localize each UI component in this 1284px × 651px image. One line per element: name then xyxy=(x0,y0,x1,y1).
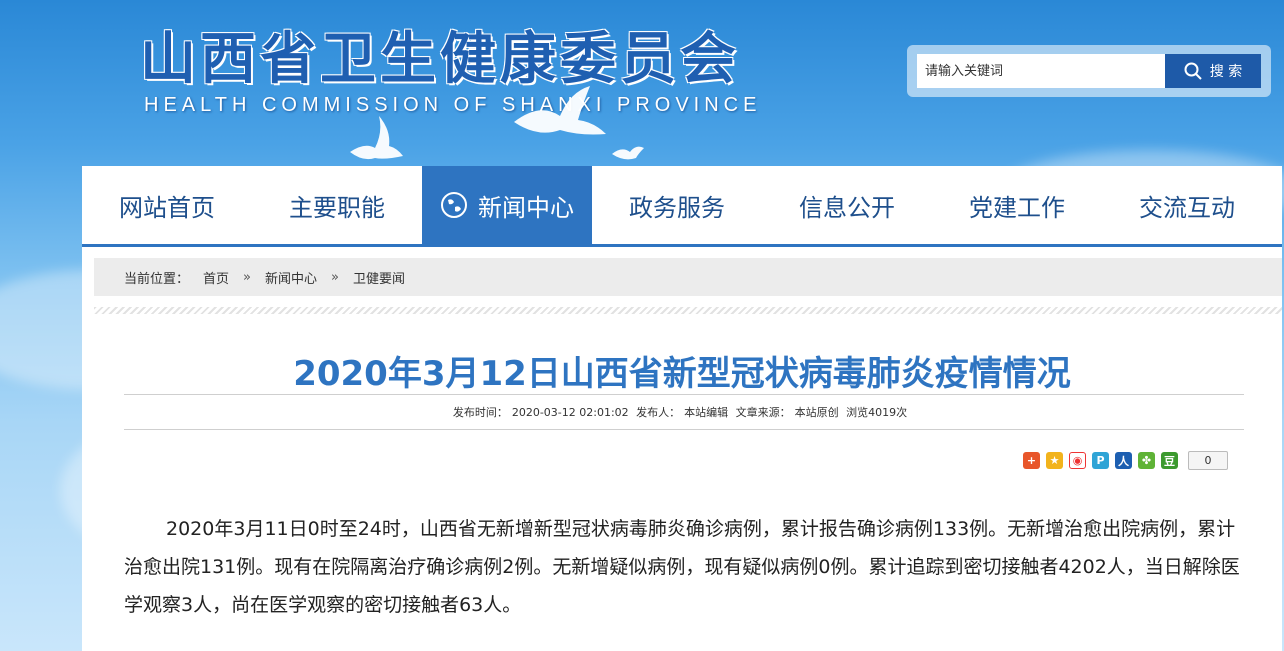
breadcrumb-separator: » xyxy=(331,269,339,285)
globe-icon xyxy=(441,192,467,218)
dove-icon xyxy=(350,116,403,160)
article-meta: 发布时间： 2020-03-12 02:01:02 发布人： 本站编辑 文章来源：本… xyxy=(82,404,1282,420)
breadcrumb-link-home[interactable]: 首页 xyxy=(203,268,229,287)
qzone-icon[interactable]: ★ xyxy=(1046,452,1063,469)
search-box: 搜 索 xyxy=(907,45,1271,97)
share-bar: + ★ ◉ P 人 ✤ 豆 0 xyxy=(1023,451,1228,470)
nav-item-label: 交流互动 xyxy=(1139,193,1235,222)
nav-item-news-center[interactable]: 新闻中心 xyxy=(422,166,592,244)
published-label: 发布时间： xyxy=(452,406,508,419)
search-input[interactable] xyxy=(917,54,1165,88)
publisher-label: 发布人： xyxy=(636,406,681,419)
tencent-weibo-icon[interactable]: P xyxy=(1092,452,1109,469)
nav-item-functions[interactable]: 主要职能 xyxy=(252,166,422,244)
breadcrumb-link-health-news[interactable]: 卫健要闻 xyxy=(353,268,405,287)
nav-item-party-building[interactable]: 党建工作 xyxy=(932,166,1102,244)
plus-share-icon[interactable]: + xyxy=(1023,452,1040,469)
nav-item-label: 新闻中心 xyxy=(478,193,574,222)
nav-item-label: 党建工作 xyxy=(969,193,1065,222)
dove-icon xyxy=(514,86,606,135)
main-nav: 网站首页 主要职能 新闻中心 政务服务 信息公开 党建工作 交流互动 xyxy=(82,166,1282,247)
renren-icon[interactable]: 人 xyxy=(1115,452,1132,469)
published-value: 2020-03-12 02:01:02 xyxy=(511,406,629,419)
site-subtitle: HEALTH COMMISSION OF SHANXI PROVINCE xyxy=(144,94,762,116)
source-value: 本站原创 xyxy=(794,406,839,419)
decorative-divider xyxy=(94,307,1282,314)
nav-item-label: 网站首页 xyxy=(119,193,215,222)
content-panel: 网站首页 主要职能 新闻中心 政务服务 信息公开 党建工作 交流互动 当前位置：… xyxy=(82,166,1282,651)
nav-item-label: 主要职能 xyxy=(289,193,385,222)
divider xyxy=(124,394,1244,395)
search-button[interactable]: 搜 索 xyxy=(1165,54,1261,88)
search-button-label: 搜 索 xyxy=(1209,64,1243,80)
douban-icon[interactable]: 豆 xyxy=(1161,452,1178,469)
breadcrumb: 当前位置： 首页 » 新闻中心 » 卫健要闻 xyxy=(94,258,1282,296)
search-icon xyxy=(1184,62,1202,80)
kaixin-icon[interactable]: ✤ xyxy=(1138,452,1155,469)
publisher-value: 本站编辑 xyxy=(684,406,729,419)
source-label: 文章来源： xyxy=(735,406,791,419)
weibo-icon[interactable]: ◉ xyxy=(1069,452,1086,469)
breadcrumb-separator: » xyxy=(243,269,251,285)
breadcrumb-link-news-center[interactable]: 新闻中心 xyxy=(265,268,317,287)
nav-item-government-services[interactable]: 政务服务 xyxy=(592,166,762,244)
article-title: 2020年3月12日山西省新型冠状病毒肺炎疫情情况 xyxy=(293,354,1071,394)
share-count: 0 xyxy=(1188,451,1228,470)
view-count: 浏览4019次 xyxy=(846,406,908,419)
nav-item-interaction[interactable]: 交流互动 xyxy=(1102,166,1272,244)
breadcrumb-prefix: 当前位置： xyxy=(124,271,190,287)
article-body: 2020年3月11日0时至24时，山西省无新增新型冠状病毒肺炎确诊病例，累计报告… xyxy=(124,518,1240,616)
site-title: 山西省卫生健康委员会 xyxy=(140,27,740,92)
nav-item-label: 信息公开 xyxy=(799,193,895,222)
nav-item-information-disclosure[interactable]: 信息公开 xyxy=(762,166,932,244)
divider xyxy=(124,429,1244,430)
nav-item-home[interactable]: 网站首页 xyxy=(82,166,252,244)
site-header: 山西省卫生健康委员会 HEALTH COMMISSION OF SHANXI P… xyxy=(0,0,1284,166)
nav-item-label: 政务服务 xyxy=(629,193,725,222)
dove-icon xyxy=(612,146,644,160)
